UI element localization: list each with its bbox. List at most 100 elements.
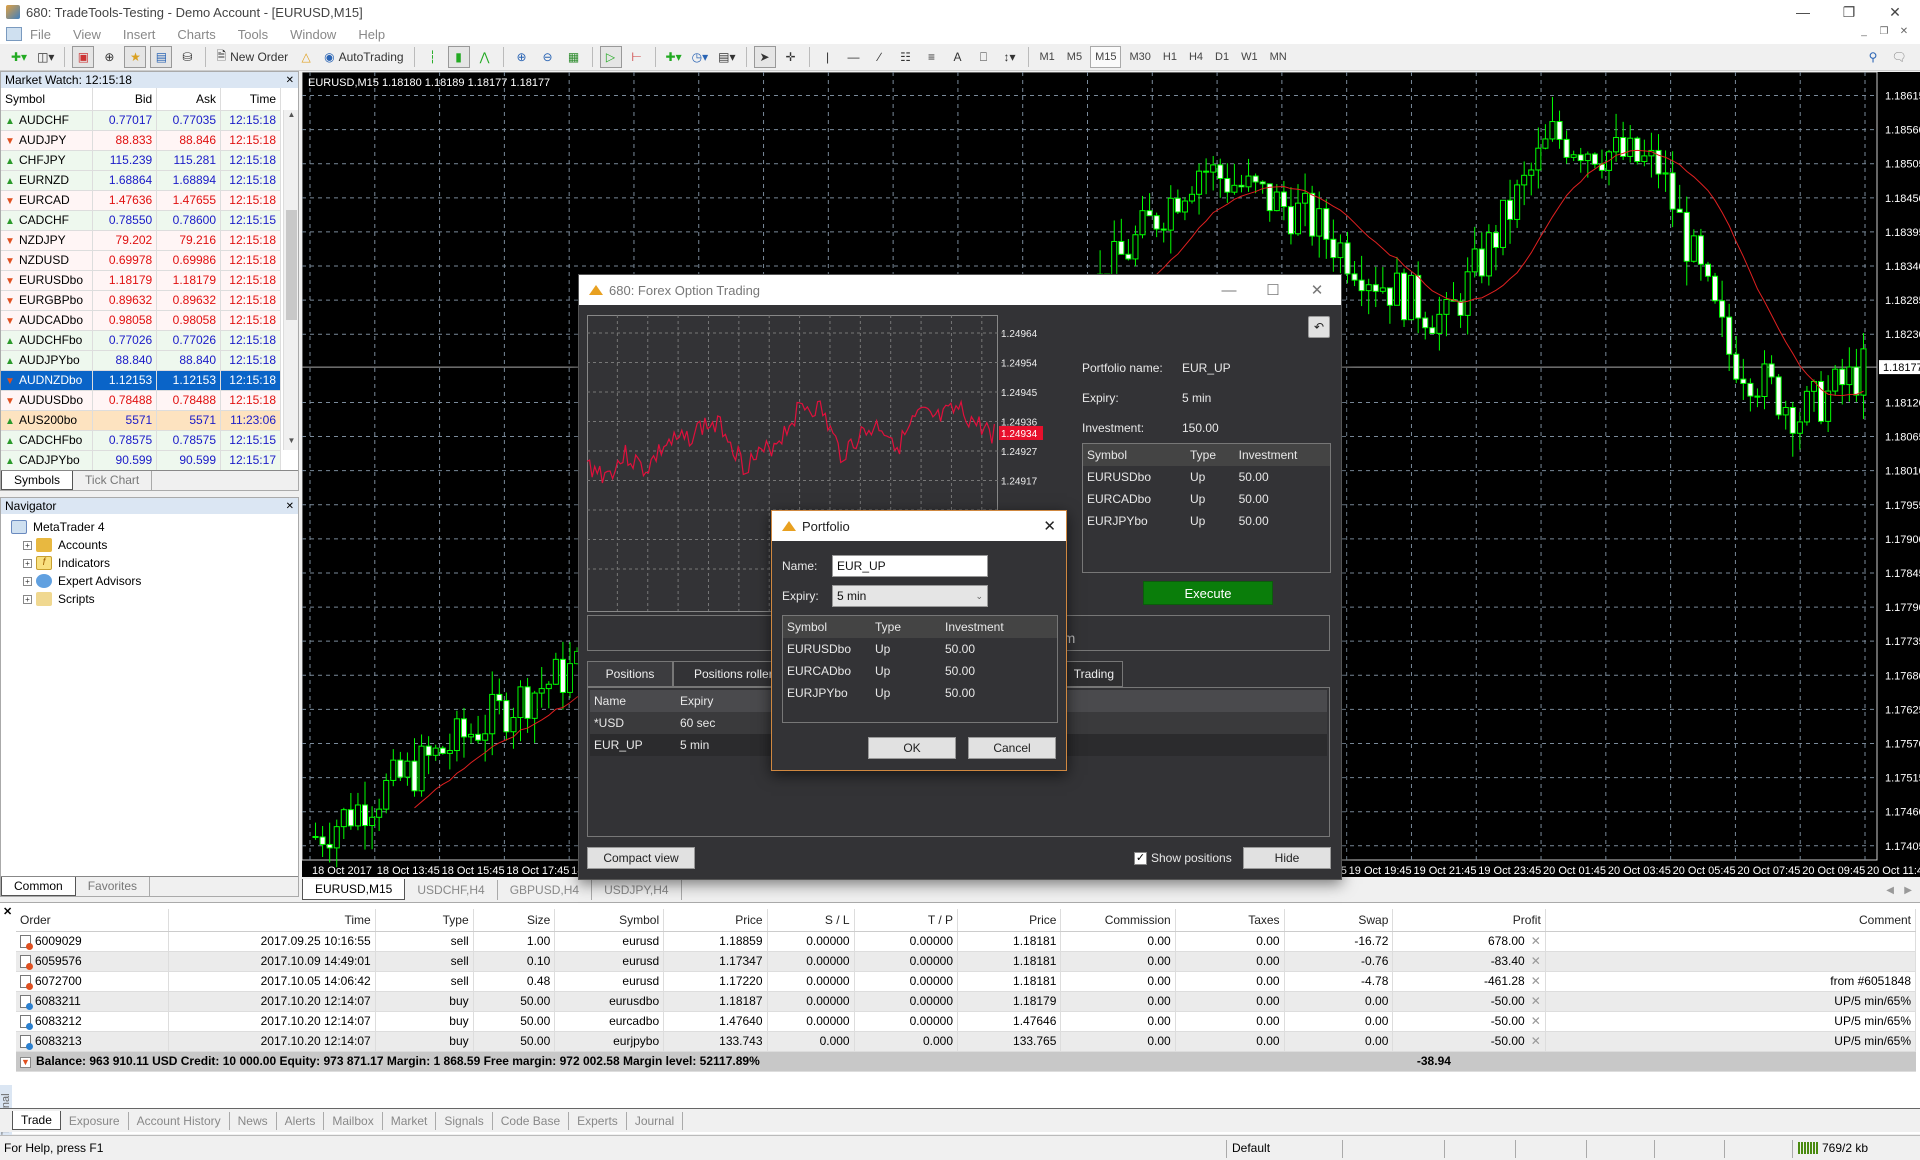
market-watch-row[interactable]: ▼ AUDNZDbo 1.12153 1.12153 12:15:18 bbox=[1, 370, 281, 391]
menu-file[interactable]: File bbox=[30, 27, 51, 42]
candlestick-icon[interactable]: ▮ bbox=[447, 46, 470, 68]
market-watch-row[interactable]: ▼ AUDCADbo 0.98058 0.98058 12:15:18 bbox=[1, 310, 281, 331]
market-watch-row[interactable]: ▼ EURGBPbo 0.89632 0.89632 12:15:18 bbox=[1, 290, 281, 311]
market-watch-row[interactable]: ▼ NZDJPY 79.202 79.216 12:15:18 bbox=[1, 230, 281, 251]
menu-tools[interactable]: Tools bbox=[238, 27, 268, 42]
terminal-close-icon[interactable]: ✕ bbox=[3, 905, 12, 918]
market-watch-icon[interactable]: ▣ bbox=[72, 46, 95, 68]
trade-row[interactable]: 6059576 2017.10.09 14:49:01 sell 0.10 eurusd… bbox=[16, 951, 1917, 972]
expiry-select[interactable]: 5 min ⌄ bbox=[832, 585, 988, 607]
portfolio-item-row[interactable]: EURJPYbo Up 50.00 bbox=[783, 682, 1057, 704]
tab-tick-chart[interactable]: Tick Chart bbox=[73, 471, 153, 490]
ok-button[interactable]: OK bbox=[868, 737, 956, 759]
fibonacci-icon[interactable]: ≡ bbox=[921, 46, 943, 68]
col-header[interactable]: Price bbox=[957, 909, 1062, 932]
bar-chart-icon[interactable]: ┆ bbox=[422, 46, 444, 68]
col-header[interactable]: Commission bbox=[1060, 909, 1176, 932]
compact-view-button[interactable]: Compact view bbox=[587, 847, 695, 869]
col-header[interactable]: Swap bbox=[1284, 909, 1394, 932]
col-header[interactable]: Type bbox=[375, 909, 474, 932]
portfolio-row[interactable]: EURCADbo Up 50.00 bbox=[1083, 488, 1330, 510]
timeframe-m5[interactable]: M5 bbox=[1063, 46, 1086, 68]
timeframe-mn[interactable]: MN bbox=[1266, 46, 1291, 68]
text-icon[interactable]: A bbox=[947, 46, 969, 68]
col-header[interactable]: Profit bbox=[1392, 909, 1546, 932]
market-watch-row[interactable]: ▼ EURUSDbo 1.18179 1.18179 12:15:18 bbox=[1, 270, 281, 291]
tab-trading[interactable]: Trading bbox=[1063, 661, 1123, 687]
expand-icon[interactable]: + bbox=[23, 540, 32, 550]
portfolio-row[interactable]: EURJPYbo Up 50.00 bbox=[1083, 510, 1330, 532]
expand-icon[interactable]: + bbox=[23, 594, 32, 604]
timeframe-h1[interactable]: H1 bbox=[1159, 46, 1181, 68]
close-icon[interactable]: ✕ bbox=[286, 501, 294, 512]
tab-favorites[interactable]: Favorites bbox=[76, 877, 151, 896]
market-watch-row[interactable]: ▲ CADCHFbo 0.78575 0.78575 12:15:15 bbox=[1, 430, 281, 451]
terminal-tab-news[interactable]: News bbox=[230, 1111, 277, 1130]
market-watch-row[interactable]: ▲ CADCHF 0.78550 0.78600 12:15:15 bbox=[1, 210, 281, 231]
col-time[interactable]: Time bbox=[220, 88, 281, 111]
new-chart-icon[interactable]: ✚▾ bbox=[8, 46, 30, 68]
close-order-icon[interactable]: ✕ bbox=[1531, 1014, 1541, 1028]
market-watch-row[interactable]: ▲ AUDCHF 0.77017 0.77035 12:15:18 bbox=[1, 110, 281, 131]
line-chart-icon[interactable]: ⋀ bbox=[474, 46, 496, 68]
terminal-tab-mailbox[interactable]: Mailbox bbox=[324, 1111, 383, 1130]
chart-tab-eurusd-m15[interactable]: EURUSD,M15 bbox=[302, 879, 406, 900]
market-watch-row[interactable]: ▼ EURCAD 1.47636 1.47655 12:15:18 bbox=[1, 190, 281, 211]
timeframe-h4[interactable]: H4 bbox=[1185, 46, 1207, 68]
terminal-tab-journal[interactable]: Journal bbox=[627, 1111, 684, 1130]
terminal-tab-market[interactable]: Market bbox=[383, 1111, 437, 1130]
market-watch-row[interactable]: ▲ AUS200bo 5571 5571 11:23:06 bbox=[1, 410, 281, 431]
portfolio-item-row[interactable]: EURCADbo Up 50.00 bbox=[783, 660, 1057, 682]
maximize-button[interactable]: ☐ bbox=[1251, 275, 1295, 305]
zoom-in-icon[interactable]: ⊕ bbox=[511, 46, 533, 68]
crosshair-icon[interactable]: ✛ bbox=[780, 46, 802, 68]
menu-view[interactable]: View bbox=[73, 27, 101, 42]
periods-icon[interactable]: ◷▾ bbox=[689, 46, 712, 68]
hide-button[interactable]: Hide bbox=[1243, 847, 1331, 869]
col-header[interactable]: Size bbox=[473, 909, 556, 932]
terminal-tab-trade[interactable]: Trade bbox=[12, 1111, 61, 1130]
templates-icon[interactable]: ▤▾ bbox=[715, 46, 738, 68]
profiles-icon[interactable]: ◫▾ bbox=[34, 46, 57, 68]
tab-positions[interactable]: Positions bbox=[587, 661, 673, 687]
col-header[interactable]: T / P bbox=[854, 909, 959, 932]
menu-help[interactable]: Help bbox=[358, 27, 385, 42]
metaeditor-icon[interactable]: △ bbox=[295, 46, 317, 68]
restore-button[interactable]: ❐ bbox=[1826, 0, 1872, 24]
trade-row[interactable]: 6009029 2017.09.25 10:16:55 sell 1.00 eurusd… bbox=[16, 931, 1917, 952]
close-icon[interactable]: ✕ bbox=[286, 75, 294, 86]
market-watch-row[interactable]: ▲ EURNZD 1.68864 1.68894 12:15:18 bbox=[1, 170, 281, 191]
cursor-icon[interactable]: ➤ bbox=[753, 46, 776, 68]
col-symbol[interactable]: Symbol bbox=[1, 88, 94, 111]
chat-icon[interactable]: 🗨 bbox=[1888, 46, 1910, 68]
scroll-right-icon[interactable]: ▶ bbox=[1904, 885, 1912, 896]
market-watch-scrollbar[interactable]: ▲ ▼ bbox=[283, 110, 298, 450]
terminal-tab-alerts[interactable]: Alerts bbox=[277, 1111, 325, 1130]
mdi-minimize-button[interactable]: _ bbox=[1856, 26, 1872, 40]
menu-window[interactable]: Window bbox=[290, 27, 336, 42]
portfolio-item-row[interactable]: EURUSDbo Up 50.00 bbox=[783, 638, 1057, 660]
market-watch-row[interactable]: ▲ CADJPYbo 90.599 90.599 12:15:17 bbox=[1, 450, 281, 471]
expand-icon[interactable]: + bbox=[23, 576, 32, 586]
col-header[interactable]: Comment bbox=[1545, 909, 1917, 932]
checkbox-checked-icon[interactable]: ✓ bbox=[1134, 851, 1147, 865]
back-button[interactable]: ↶ bbox=[1308, 316, 1330, 338]
timeframe-w1[interactable]: W1 bbox=[1237, 46, 1262, 68]
terminal-tab-experts[interactable]: Experts bbox=[569, 1111, 627, 1130]
terminal-icon[interactable]: ▤ bbox=[150, 46, 173, 68]
menu-insert[interactable]: Insert bbox=[123, 27, 156, 42]
trendline-icon[interactable]: ∕ bbox=[869, 46, 891, 68]
mdi-close-button[interactable]: ✕ bbox=[1896, 26, 1912, 40]
market-watch-row[interactable]: ▼ AUDUSDbo 0.78488 0.78488 12:15:18 bbox=[1, 390, 281, 411]
market-watch-row[interactable]: ▼ NZDUSD 0.69978 0.69986 12:15:18 bbox=[1, 250, 281, 271]
tile-windows-icon[interactable]: ▦ bbox=[563, 46, 585, 68]
minimize-button[interactable]: — bbox=[1780, 0, 1826, 24]
close-order-icon[interactable]: ✕ bbox=[1531, 974, 1541, 988]
col-header[interactable]: S / L bbox=[767, 909, 855, 932]
navigator-icon[interactable]: ★ bbox=[124, 46, 147, 68]
mdi-restore-button[interactable]: ❐ bbox=[1876, 26, 1892, 40]
chart-shift-icon[interactable]: ⊢ bbox=[626, 46, 648, 68]
col-ask[interactable]: Ask bbox=[156, 88, 222, 111]
col-header[interactable]: Order bbox=[16, 909, 169, 932]
close-order-icon[interactable]: ✕ bbox=[1531, 934, 1541, 948]
